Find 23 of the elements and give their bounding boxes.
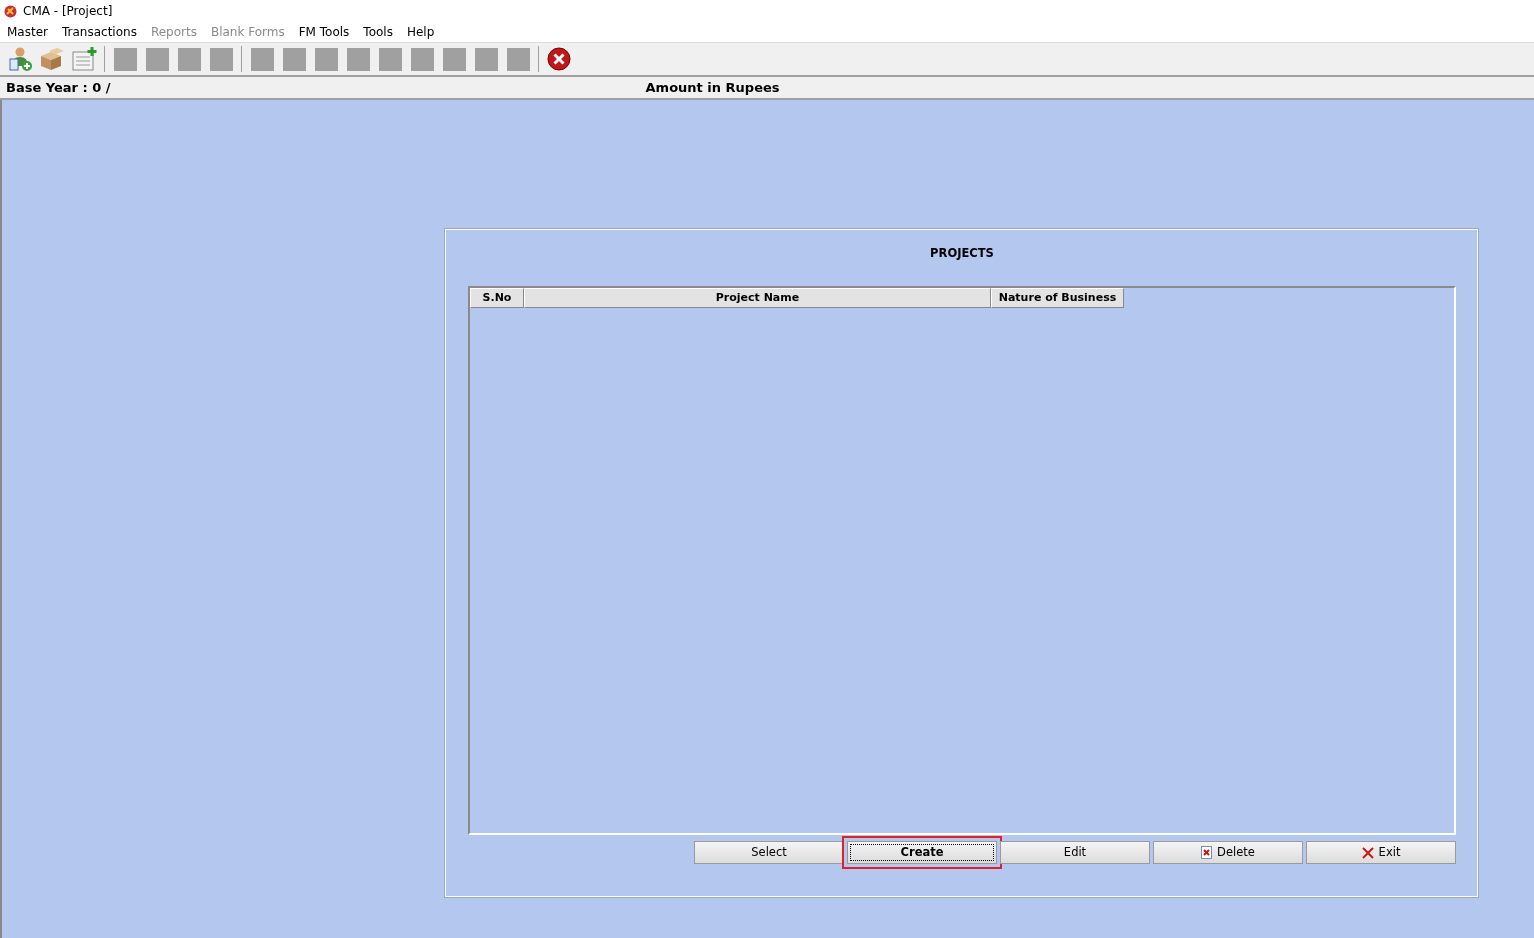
window-title: CMA - [Project] (23, 3, 113, 20)
menu-item[interactable]: Help (406, 23, 435, 41)
delete-button[interactable]: Delete (1153, 841, 1303, 864)
menu-item[interactable]: Transactions (62, 23, 137, 41)
column-header[interactable]: Nature of Business (991, 288, 1124, 309)
exit-button[interactable]: Exit (1306, 841, 1456, 864)
user-add-icon[interactable] (7, 46, 33, 72)
menu-item[interactable]: Master (7, 23, 48, 41)
panel-title: PROJECTS (929, 245, 995, 262)
menu-item[interactable]: FM Tools (298, 23, 350, 41)
table-add-icon[interactable] (71, 46, 97, 72)
amount-unit-label: Amount in Rupees (645, 78, 780, 97)
base-year-label: Base Year : 0 / (6, 78, 111, 97)
boxes-icon[interactable] (39, 46, 65, 72)
delete-document-icon (1201, 846, 1213, 859)
select-button[interactable]: Select (694, 841, 844, 864)
column-header[interactable]: Project Name (524, 288, 991, 309)
close-x-icon (1361, 846, 1374, 859)
column-header[interactable]: S.No (470, 288, 524, 309)
edit-button[interactable]: Edit (1000, 841, 1150, 864)
menu-item[interactable]: Tools (363, 23, 393, 41)
app-logo-icon (4, 4, 17, 18)
close-icon[interactable] (546, 46, 572, 72)
